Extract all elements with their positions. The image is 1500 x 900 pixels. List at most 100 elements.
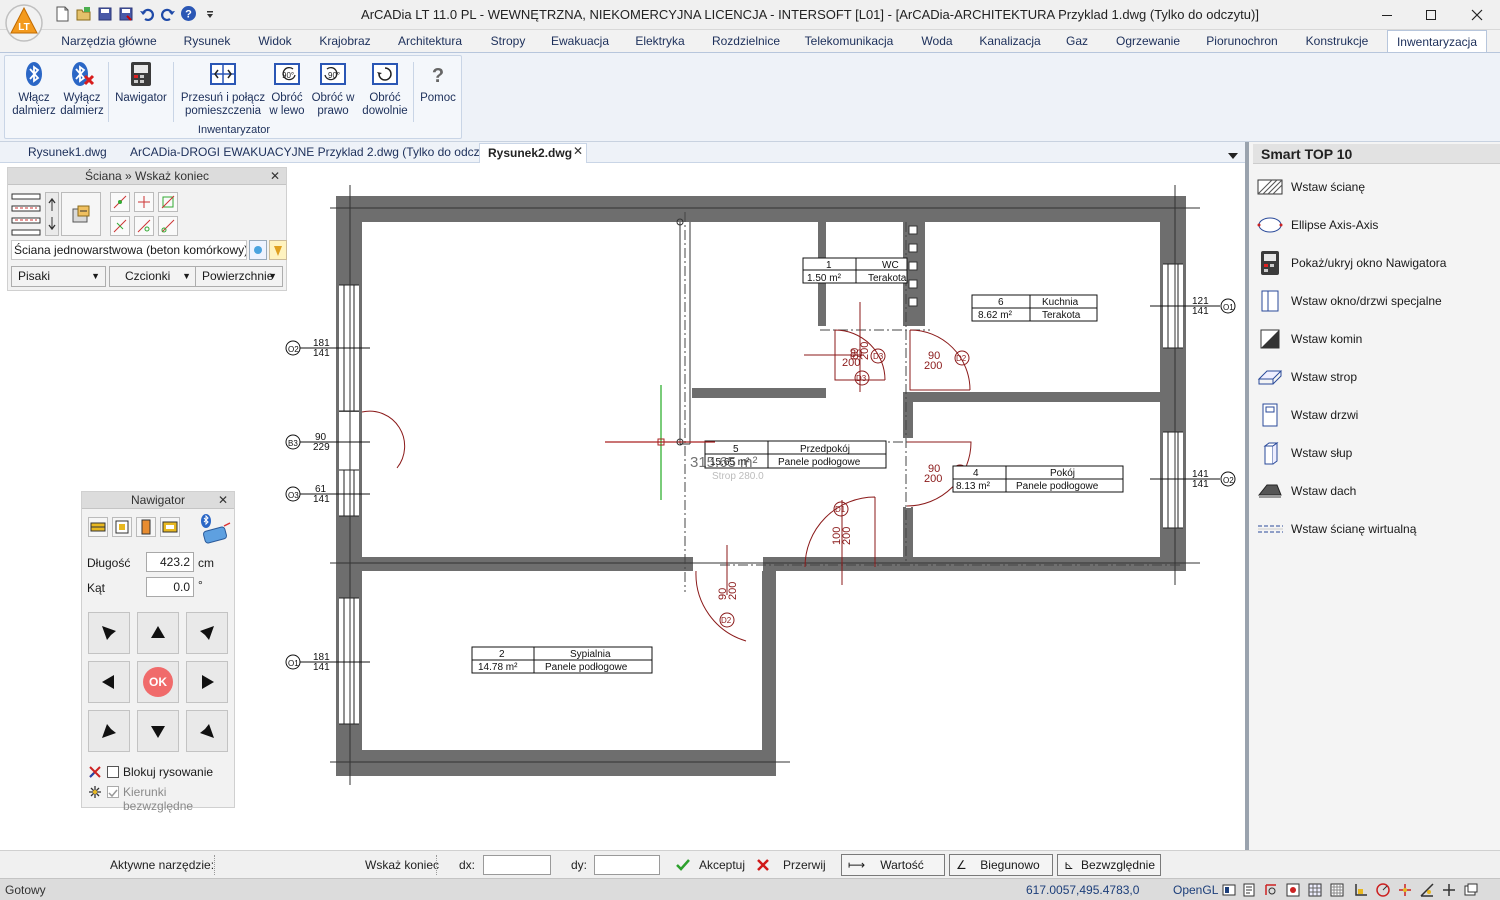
tab-ogrzewanie[interactable]: Ogrzewanie: [1108, 30, 1188, 52]
smart-slab[interactable]: Wstaw strop: [1257, 362, 1497, 392]
object-snap-icon[interactable]: [1285, 882, 1301, 898]
direction-left-button[interactable]: [88, 661, 130, 703]
nav-opening-mode-icon[interactable]: [160, 517, 180, 537]
snap-mode-icon[interactable]: [1263, 882, 1279, 898]
rotate-left-button[interactable]: 90° Obróć w lewo: [267, 60, 307, 118]
snap-end-icon[interactable]: [158, 192, 178, 212]
crosshair-icon[interactable]: [1441, 882, 1457, 898]
rotate-right-button[interactable]: 90° Obróć w prawo: [309, 60, 357, 118]
direction-up-left-button[interactable]: [88, 612, 130, 654]
app-logo[interactable]: LT: [4, 2, 44, 44]
smart-roof[interactable]: Wstaw dach: [1257, 476, 1497, 506]
smart-special-door[interactable]: Wstaw okno/drzwi specjalne: [1257, 286, 1497, 316]
tab-narzedzia-glowne[interactable]: Narzędzia główne: [52, 30, 166, 52]
layout-icon[interactable]: [1241, 882, 1257, 898]
grid-3d-icon[interactable]: [1307, 882, 1323, 898]
tab-list-dropdown-icon[interactable]: [1228, 149, 1238, 163]
direction-down-left-button[interactable]: [88, 710, 130, 752]
minimize-button[interactable]: [1364, 0, 1410, 30]
close-icon[interactable]: ✕: [270, 168, 280, 185]
dx-input[interactable]: [483, 855, 551, 875]
tracking-icon[interactable]: [1397, 882, 1413, 898]
navigator-button[interactable]: Nawigator: [111, 60, 171, 105]
cancel-button[interactable]: Przerwij: [783, 858, 826, 872]
wall-properties-button[interactable]: [61, 192, 101, 236]
smart-virtual-wall[interactable]: Wstaw ścianę wirtualną: [1257, 514, 1497, 544]
accept-button[interactable]: Akceptuj: [699, 858, 745, 872]
direction-up-right-button[interactable]: [186, 612, 228, 654]
fonts-combo[interactable]: Czcionki ▼: [109, 266, 197, 287]
snap-perpendicular-icon[interactable]: [110, 216, 130, 236]
tab-krajobraz[interactable]: Krajobraz: [312, 30, 378, 52]
renderer-label[interactable]: OpenGL: [1173, 883, 1218, 897]
tab-woda[interactable]: Woda: [910, 30, 964, 52]
rangefinder-device-icon[interactable]: [196, 512, 232, 546]
pens-combo[interactable]: Pisaki ▼: [11, 266, 106, 287]
doc-tab-drogi-ewakuacyjne[interactable]: ArCADia-DROGI EWAKUACYJNE Przyklad 2.dwg…: [122, 143, 508, 163]
mode-polar-button[interactable]: ∠ Biegunowo: [949, 854, 1053, 876]
tab-architektura[interactable]: Architektura: [388, 30, 472, 52]
polar-tracking-icon[interactable]: [1375, 882, 1391, 898]
ok-button[interactable]: OK: [137, 661, 179, 703]
tab-rozdzielnice[interactable]: Rozdzielnice: [704, 30, 788, 52]
tab-widok[interactable]: Widok: [248, 30, 302, 52]
smart-insert-wall[interactable]: Wstaw ścianę: [1257, 172, 1497, 202]
close-icon[interactable]: ✕: [218, 492, 228, 509]
direction-down-button[interactable]: [137, 710, 179, 752]
angle-input[interactable]: 0.0: [146, 577, 194, 597]
tab-rysunek[interactable]: Rysunek: [176, 30, 238, 52]
close-tab-icon[interactable]: ✕: [573, 144, 583, 158]
tab-piorunochron[interactable]: Piorunochron: [1198, 30, 1286, 52]
doc-tab-rysunek1[interactable]: Rysunek1.dwg: [20, 143, 115, 163]
dy-input[interactable]: [594, 855, 660, 875]
tab-telekomunikacja[interactable]: Telekomunikacja: [798, 30, 900, 52]
snap-tangent-icon[interactable]: [134, 216, 154, 236]
smart-chimney[interactable]: Wstaw komin: [1257, 324, 1497, 354]
help-button[interactable]: ? Pomoc: [417, 60, 459, 105]
close-button[interactable]: [1454, 0, 1500, 30]
tab-ewakuacja[interactable]: Ewakuacja: [544, 30, 616, 52]
direction-up-button[interactable]: [137, 612, 179, 654]
smart-ellipse[interactable]: Ellipse Axis-Axis: [1257, 210, 1497, 240]
disable-rangefinder-button[interactable]: Wyłącz dalmierz: [57, 60, 107, 118]
wall-type-picker-icon[interactable]: [249, 240, 267, 260]
doc-tab-rysunek2[interactable]: Rysunek2.dwg: [479, 143, 587, 163]
mode-value-button[interactable]: ⟼ Wartość: [841, 854, 945, 876]
snap-nearest-icon[interactable]: [158, 216, 178, 236]
tab-konstrukcje[interactable]: Konstrukcje: [1296, 30, 1378, 52]
direction-down-right-button[interactable]: [186, 710, 228, 752]
length-input[interactable]: 423.2: [146, 552, 194, 572]
angle-snap-icon[interactable]: [1419, 882, 1435, 898]
tab-gaz[interactable]: Gaz: [1056, 30, 1098, 52]
grid-icon[interactable]: [1329, 882, 1345, 898]
tab-inwentaryzacja[interactable]: Inwentaryzacja: [1387, 30, 1487, 52]
smart-column[interactable]: Wstaw słup: [1257, 438, 1497, 468]
snap-middle-icon[interactable]: [134, 192, 154, 212]
wall-type-field[interactable]: Ściana jednowarstwowa (beton komórkowy) …: [11, 240, 247, 260]
layer-order-scroller[interactable]: [45, 192, 59, 236]
block-drawing-checkbox[interactable]: [107, 766, 119, 778]
nav-window-mode-icon[interactable]: [112, 517, 132, 537]
model-space-icon[interactable]: [1221, 882, 1237, 898]
nav-wall-mode-icon[interactable]: [88, 517, 108, 537]
accept-icon[interactable]: [675, 857, 691, 873]
rotate-free-button[interactable]: Obróć dowolnie: [357, 60, 413, 118]
window-mode-icon[interactable]: [1463, 882, 1479, 898]
ortho-icon[interactable]: [1353, 882, 1369, 898]
absolute-directions-checkbox[interactable]: [107, 786, 119, 798]
snap-start-icon[interactable]: [110, 192, 130, 212]
enable-rangefinder-button[interactable]: Włącz dalmierz: [9, 60, 59, 118]
cancel-icon[interactable]: [756, 858, 770, 872]
smart-door[interactable]: Wstaw drzwi: [1257, 400, 1497, 430]
wall-layers-icon[interactable]: [11, 192, 41, 236]
tab-kanalizacja[interactable]: Kanalizacja: [974, 30, 1046, 52]
tab-stropy[interactable]: Stropy: [482, 30, 534, 52]
maximize-button[interactable]: [1408, 0, 1454, 30]
tab-elektryka[interactable]: Elektryka: [626, 30, 694, 52]
surfaces-combo[interactable]: Powierzchnie ▼: [195, 266, 283, 287]
direction-right-button[interactable]: [186, 661, 228, 703]
mode-absolute-button[interactable]: ⊾ Bezwzględnie: [1057, 854, 1161, 876]
move-join-rooms-button[interactable]: Przesuń i połącz pomieszczenia: [177, 60, 269, 118]
smart-toggle-navigator[interactable]: Pokaż/ukryj okno Nawigatora: [1257, 248, 1497, 278]
wall-style-icon[interactable]: [269, 240, 287, 260]
